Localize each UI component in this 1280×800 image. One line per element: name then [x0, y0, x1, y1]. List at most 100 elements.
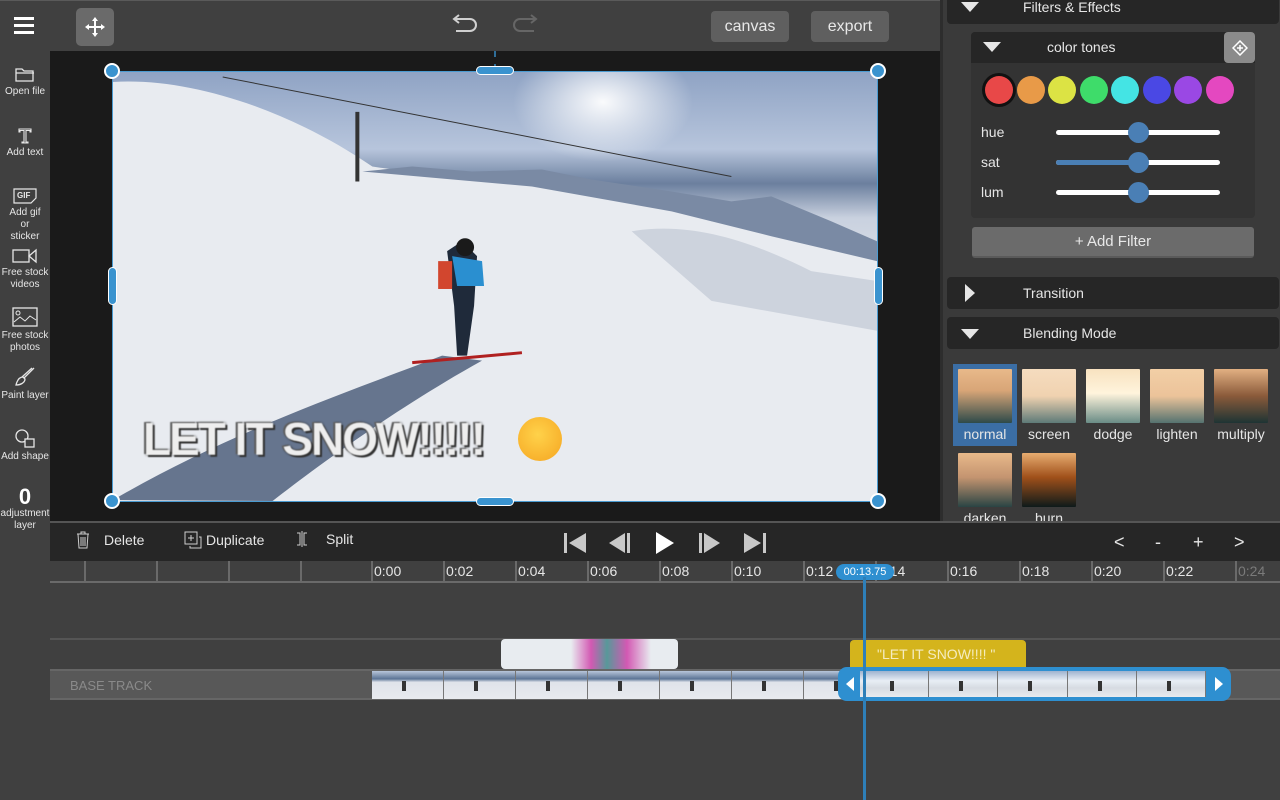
emoji-sticker[interactable]	[518, 417, 562, 461]
sidebar-item-stock-videos[interactable]: Free stock videos	[0, 248, 50, 291]
sidebar-item-label: Free stock photos	[1, 330, 49, 353]
blend-thumbnail	[1086, 369, 1140, 423]
color-swatch[interactable]	[1205, 76, 1234, 104]
lum-slider[interactable]: lum	[981, 182, 1251, 203]
timeline-tracks: BASE TRACK "LET IT SNOW!!!! "	[50, 583, 1280, 800]
sidebar-item-add-gif[interactable]: GIF Add gif or sticker	[0, 188, 50, 243]
zoom-in-button[interactable]: +	[1193, 532, 1204, 553]
color-swatch[interactable]	[1079, 76, 1108, 104]
blend-mode-label: screen	[1027, 426, 1071, 442]
color-swatch[interactable]	[1016, 76, 1045, 104]
blend-thumbnail	[1022, 453, 1076, 507]
ruler-tick-label: 0:18	[1019, 561, 1049, 581]
video-preview[interactable]: LET IT SNOW!!!!!	[112, 71, 878, 502]
resize-handle-bottom-left[interactable]	[104, 493, 120, 509]
resize-handle-left[interactable]	[108, 267, 117, 305]
trim-right-handle[interactable]	[1215, 677, 1223, 691]
redo-icon	[513, 14, 538, 32]
slider-track[interactable]	[1056, 122, 1220, 143]
blend-thumbnail	[958, 453, 1012, 507]
sat-slider[interactable]: sat	[981, 152, 1251, 173]
blend-mode-burn[interactable]: burn	[1017, 448, 1081, 530]
blend-thumbnail	[1150, 369, 1204, 423]
selected-video-clip[interactable]	[838, 667, 1231, 701]
blend-mode-label: multiply	[1217, 426, 1265, 442]
delete-button[interactable]: Delete	[76, 531, 144, 549]
skip-to-start-button[interactable]	[562, 531, 588, 555]
left-sidebar: Open file Add text GIF Add gif or sticke…	[0, 51, 50, 800]
ruler-tick-label: 0:10	[731, 561, 761, 581]
slider-track[interactable]	[1056, 182, 1220, 203]
blend-thumbnail	[1022, 369, 1076, 423]
color-swatch[interactable]	[1111, 76, 1139, 104]
sidebar-item-paint-layer[interactable]: Paint layer	[0, 367, 50, 402]
color-swatch[interactable]	[1142, 76, 1171, 104]
sidebar-item-label: Free stock videos	[1, 267, 49, 290]
trim-left-handle[interactable]	[846, 677, 854, 691]
transition-section-header[interactable]: Transition	[947, 277, 1279, 309]
canvas-button[interactable]: canvas	[711, 11, 789, 42]
blend-mode-lighten[interactable]: lighten	[1145, 364, 1209, 446]
export-button[interactable]: export	[811, 11, 889, 42]
overlay-video-clip[interactable]	[501, 639, 678, 669]
play-button[interactable]	[652, 531, 678, 555]
move-tool-button[interactable]	[76, 8, 114, 46]
split-button[interactable]: Split	[296, 531, 353, 547]
resize-handle-bottom-right[interactable]	[870, 493, 886, 509]
resize-handle-bottom[interactable]	[476, 497, 514, 506]
canvas-stage: LET IT SNOW!!!!!	[50, 51, 940, 521]
color-swatch[interactable]	[1048, 76, 1076, 104]
menu-icon[interactable]	[14, 17, 34, 34]
blend-mode-multiply[interactable]: multiply	[1209, 364, 1273, 446]
color-swatch[interactable]	[1174, 76, 1202, 104]
zoom-out-button[interactable]: -	[1155, 532, 1161, 553]
resize-handle-top[interactable]	[476, 66, 514, 75]
collapse-icon	[983, 42, 1001, 52]
color-swatch[interactable]	[985, 76, 1013, 104]
scroll-right-button[interactable]: >	[1234, 532, 1245, 553]
next-frame-button[interactable]	[696, 531, 722, 555]
sidebar-item-add-text[interactable]: Add text	[0, 128, 50, 159]
undo-icon	[452, 14, 477, 32]
resize-handle-top-left[interactable]	[104, 63, 120, 79]
add-filter-button[interactable]: + Add Filter	[972, 227, 1254, 258]
redo-button[interactable]	[510, 13, 540, 37]
resize-handle-right[interactable]	[874, 267, 883, 305]
filter-card: color tones hue sat lum	[971, 32, 1255, 218]
blend-mode-dodge[interactable]: dodge	[1081, 364, 1145, 446]
blend-mode-darken[interactable]: darken	[953, 448, 1017, 530]
ruler-tick-label: 0:16	[947, 561, 977, 581]
blend-mode-label: normal	[963, 426, 1007, 442]
text-clip[interactable]: "LET IT SNOW!!!! "	[850, 640, 1026, 669]
hue-slider[interactable]: hue	[981, 122, 1251, 143]
slider-knob[interactable]	[1128, 182, 1149, 203]
overlay-text-layer[interactable]: LET IT SNOW!!!!!	[143, 412, 486, 466]
duplicate-button[interactable]: Duplicate	[184, 531, 264, 549]
slider-track[interactable]	[1056, 152, 1220, 173]
edit-toolbar: Delete Duplicate Split < - + >	[50, 521, 1280, 561]
blend-mode-normal[interactable]: normal	[953, 364, 1017, 446]
sidebar-item-add-shape[interactable]: Add shape	[0, 428, 50, 463]
ruler-tick-label: 0:02	[443, 561, 473, 581]
timeline-ruler[interactable]: 0:000:020:040:060:080:100:120:140:160:18…	[50, 561, 1280, 583]
scroll-left-button[interactable]: <	[1114, 532, 1125, 553]
slider-knob[interactable]	[1128, 122, 1149, 143]
slider-knob[interactable]	[1128, 152, 1149, 173]
previous-frame-button[interactable]	[607, 531, 633, 555]
sidebar-item-stock-photos[interactable]: Free stock photos	[0, 307, 50, 354]
undo-button[interactable]	[450, 13, 480, 37]
keyframe-button[interactable]	[1224, 32, 1255, 63]
playhead[interactable]	[863, 577, 866, 800]
sidebar-item-open-file[interactable]: Open file	[0, 67, 50, 98]
base-video-clip[interactable]	[372, 671, 844, 699]
filter-header[interactable]: color tones	[971, 32, 1255, 63]
blending-section-header[interactable]: Blending Mode	[947, 317, 1279, 349]
filters-section-header[interactable]: Filters & Effects	[947, 0, 1279, 24]
sidebar-item-adjustment-layer[interactable]: 0 adjustment layer	[0, 486, 50, 532]
ruler-tick-label: 0:00	[371, 561, 401, 581]
blend-mode-screen[interactable]: screen	[1017, 364, 1081, 446]
base-track-label: BASE TRACK	[70, 678, 153, 693]
shape-icon	[15, 429, 35, 448]
skip-to-end-button[interactable]	[742, 531, 768, 555]
resize-handle-top-right[interactable]	[870, 63, 886, 79]
